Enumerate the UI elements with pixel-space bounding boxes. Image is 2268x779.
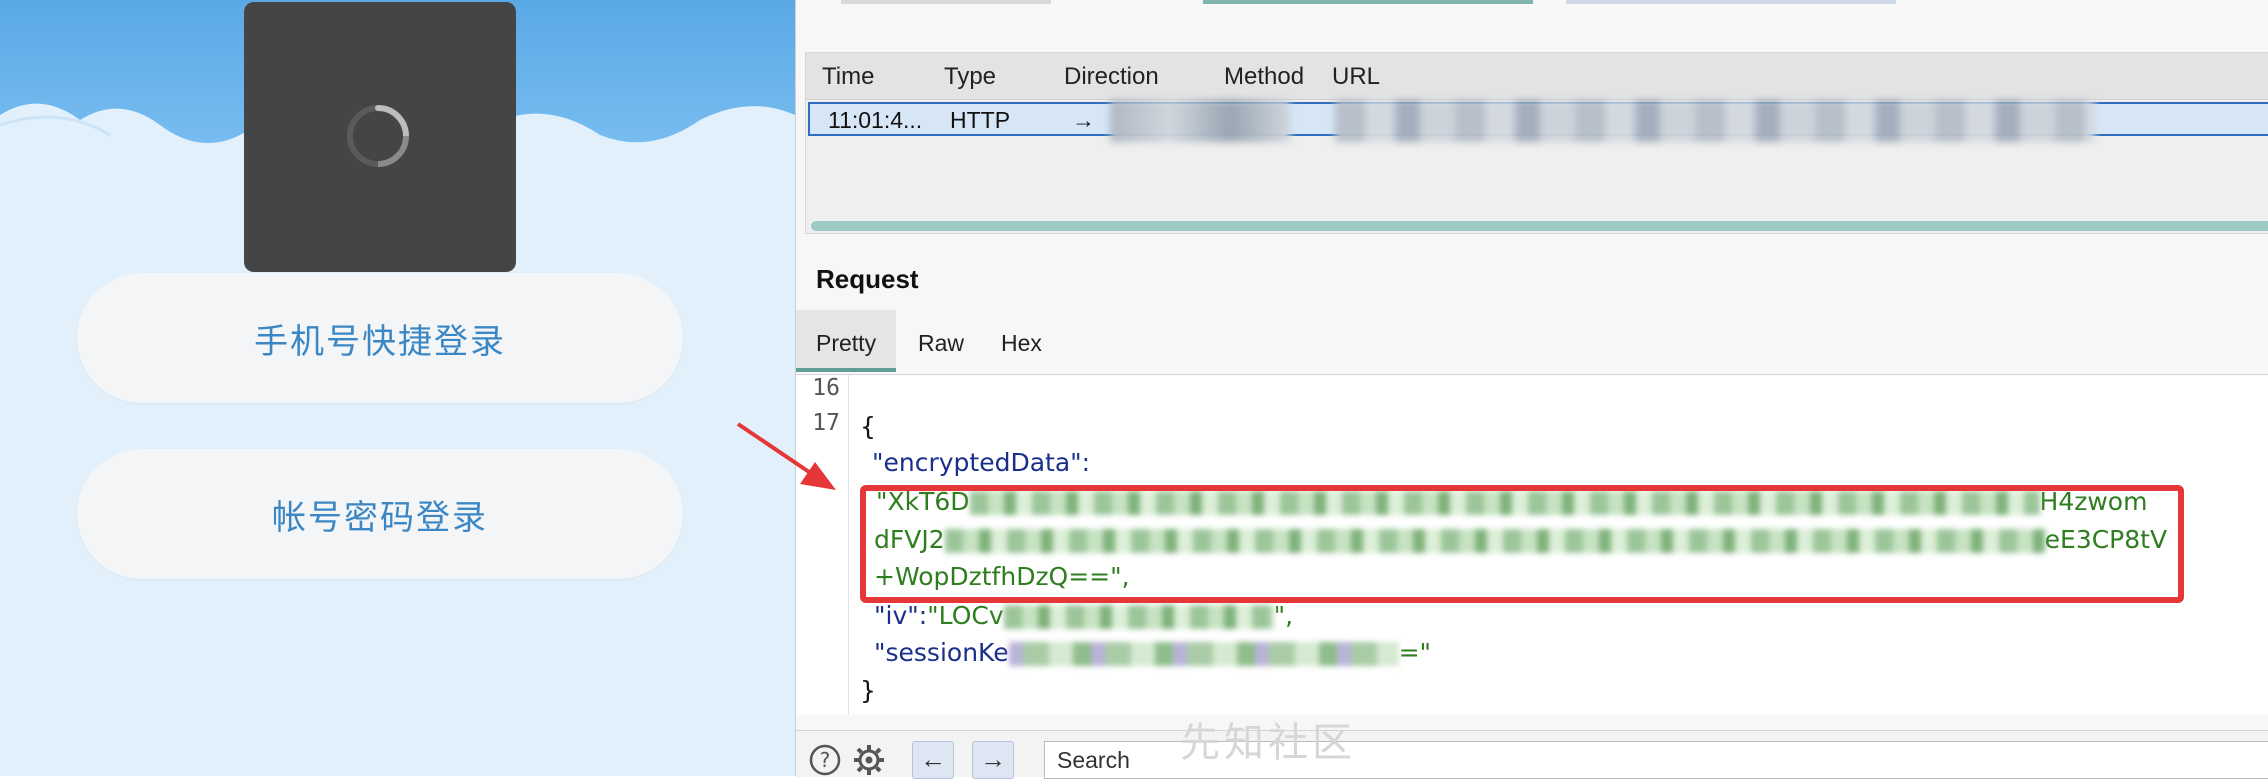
table-row[interactable]: 11:01:4... HTTP → [808, 100, 2268, 142]
highlight-box [860, 485, 2184, 603]
request-panel-title: Request [816, 264, 919, 294]
column-direction[interactable]: Direction [1064, 63, 1159, 91]
bottom-toolbar: ? ← → [796, 730, 2268, 779]
row-direction-arrow-icon: → [1072, 107, 1095, 133]
mobile-app-screen: 请选择登录方式 手机号快捷登录 帐号密码登录 [0, 0, 795, 776]
community-watermark: 先知社区 [1180, 720, 1356, 766]
line-number: 17 [812, 410, 840, 436]
http-history-table: Time Type Direction Method URL 11:01:4..… [805, 52, 2268, 234]
json-iv-line: "iv":"LOCv ", [874, 601, 1293, 630]
json-key-sessionkey: "sessionKe [874, 638, 1009, 667]
json-sessionkey-line: "sessionKe =" [874, 638, 1431, 667]
gear-icon[interactable] [852, 743, 886, 777]
json-open-brace: { [860, 412, 876, 441]
column-type[interactable]: Type [944, 63, 996, 91]
proxy-tool-window: Time Type Direction Method URL 11:01:4..… [795, 0, 2268, 779]
line-number: 16 [812, 375, 840, 401]
horizontal-scrollbar[interactable] [811, 221, 2268, 231]
svg-text:?: ? [820, 748, 831, 772]
column-url[interactable]: URL [1332, 63, 1380, 91]
loading-spinner-icon [347, 105, 409, 167]
account-password-login-button[interactable]: 帐号密码登录 [77, 449, 683, 579]
forward-arrow-icon[interactable]: → [972, 741, 1014, 779]
redacted-session-key [1008, 642, 1399, 666]
tab-pretty[interactable]: Pretty [796, 310, 897, 372]
json-close-brace: } [860, 676, 876, 705]
redacted-url [1335, 100, 2095, 142]
column-method[interactable]: Method [1224, 63, 1304, 91]
line-number-gutter: 16 17 [796, 375, 849, 715]
redacted-method [1110, 100, 1290, 142]
tab-raw[interactable]: Raw [898, 310, 984, 372]
column-time[interactable]: Time [822, 63, 874, 91]
history-table-header: Time Type Direction Method URL [806, 53, 2268, 100]
redacted-iv [1003, 605, 1274, 629]
phone-quick-login-button[interactable]: 手机号快捷登录 [77, 273, 683, 403]
row-type: HTTP [950, 107, 1011, 133]
topbar-tab-indicator-active[interactable] [1203, 0, 1533, 4]
request-tabs: Pretty Raw Hex [796, 310, 2268, 375]
back-arrow-icon[interactable]: ← [912, 741, 954, 779]
json-key-encrypteddata: "encryptedData": [872, 448, 1091, 477]
topbar-tab-indicator[interactable] [1566, 0, 1896, 4]
request-body-editor[interactable]: 16 17 { "encryptedData": "XkT6D H4zwom dF… [796, 375, 2268, 715]
iv-value-start: "LOCv [927, 601, 1004, 630]
loading-overlay [244, 2, 516, 272]
tab-hex[interactable]: Hex [981, 310, 1062, 372]
iv-value-end: ", [1273, 601, 1294, 630]
session-key-end: =" [1398, 638, 1432, 667]
topbar-tab-indicator[interactable] [841, 0, 1051, 4]
json-key-iv: "iv": [874, 601, 928, 630]
row-time: 11:01:4... [828, 107, 923, 133]
tool-topbar [796, 0, 2268, 52]
help-icon[interactable]: ? [808, 743, 842, 777]
